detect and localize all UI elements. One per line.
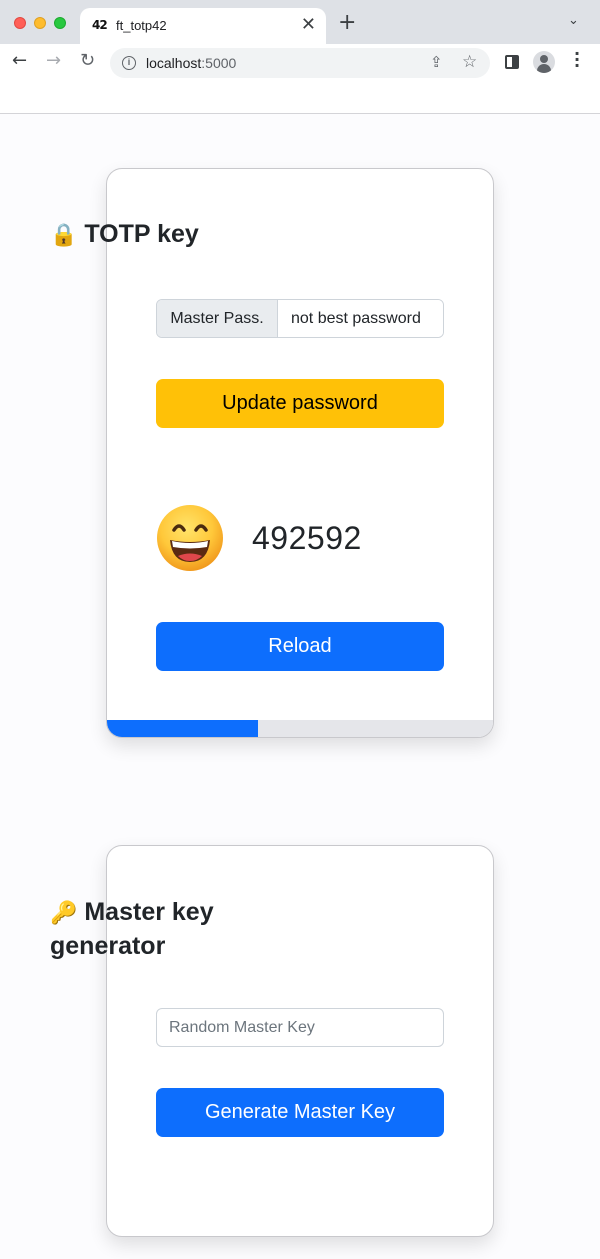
share-icon[interactable]: ⇪ [430,53,443,71]
close-icon[interactable]: ✕ [301,14,316,35]
lock-icon: 🔒 [50,223,78,248]
window-close-button[interactable] [14,17,26,29]
url-host: localhost [146,55,202,71]
browser-toolbar: ← → ↻ i localhost:5000 ⇪ ☆ · · · [0,44,600,82]
master-password-input[interactable] [279,300,443,337]
window-minimize-button[interactable] [34,17,46,29]
master-password-label: Master Pass. [157,300,278,337]
forward-arrow-icon[interactable]: → [46,50,61,71]
site-info-icon[interactable]: i [122,56,136,70]
browser-tab[interactable]: 42 ft_totp42 ✕ [80,8,326,44]
url-text[interactable]: localhost:5000 [146,55,236,71]
side-panel-icon[interactable] [505,55,519,69]
grinning-face-icon [157,505,223,571]
url-port: :5000 [201,55,237,71]
tab-title: ft_totp42 [116,18,167,33]
totp-card-title: 🔒 TOTP key [50,218,199,252]
new-tab-icon[interactable]: + [338,10,356,35]
totp-code: 492592 [252,520,362,556]
bookmark-star-icon[interactable]: ☆ [462,52,477,72]
key-icon: 🔑 [50,901,78,926]
back-arrow-icon[interactable]: ← [12,50,27,71]
favicon-42-icon: 42 [92,18,108,32]
update-password-button[interactable]: Update password [156,379,444,428]
totp-progress-fill [107,720,258,737]
chevron-down-icon[interactable]: ⌄ [568,13,579,28]
master-card-title: 🔑 Master key generator [50,896,310,962]
reload-button[interactable]: Reload [156,622,444,671]
profile-avatar-icon[interactable] [533,51,555,73]
page-top-area [0,82,600,114]
address-bar[interactable]: i localhost:5000 ⇪ ☆ [110,48,490,78]
browser-tab-bar: 42 ft_totp42 ✕ + ⌄ [0,0,600,44]
master-password-group: Master Pass. [156,299,444,338]
window-zoom-button[interactable] [54,17,66,29]
master-key-input[interactable] [156,1008,444,1047]
totp-title-text: TOTP key [84,220,199,248]
totp-progress-bar [107,720,493,737]
kebab-menu-icon[interactable]: · · · [574,46,580,74]
generate-master-key-button[interactable]: Generate Master Key [156,1088,444,1137]
reload-icon[interactable]: ↻ [80,50,95,71]
